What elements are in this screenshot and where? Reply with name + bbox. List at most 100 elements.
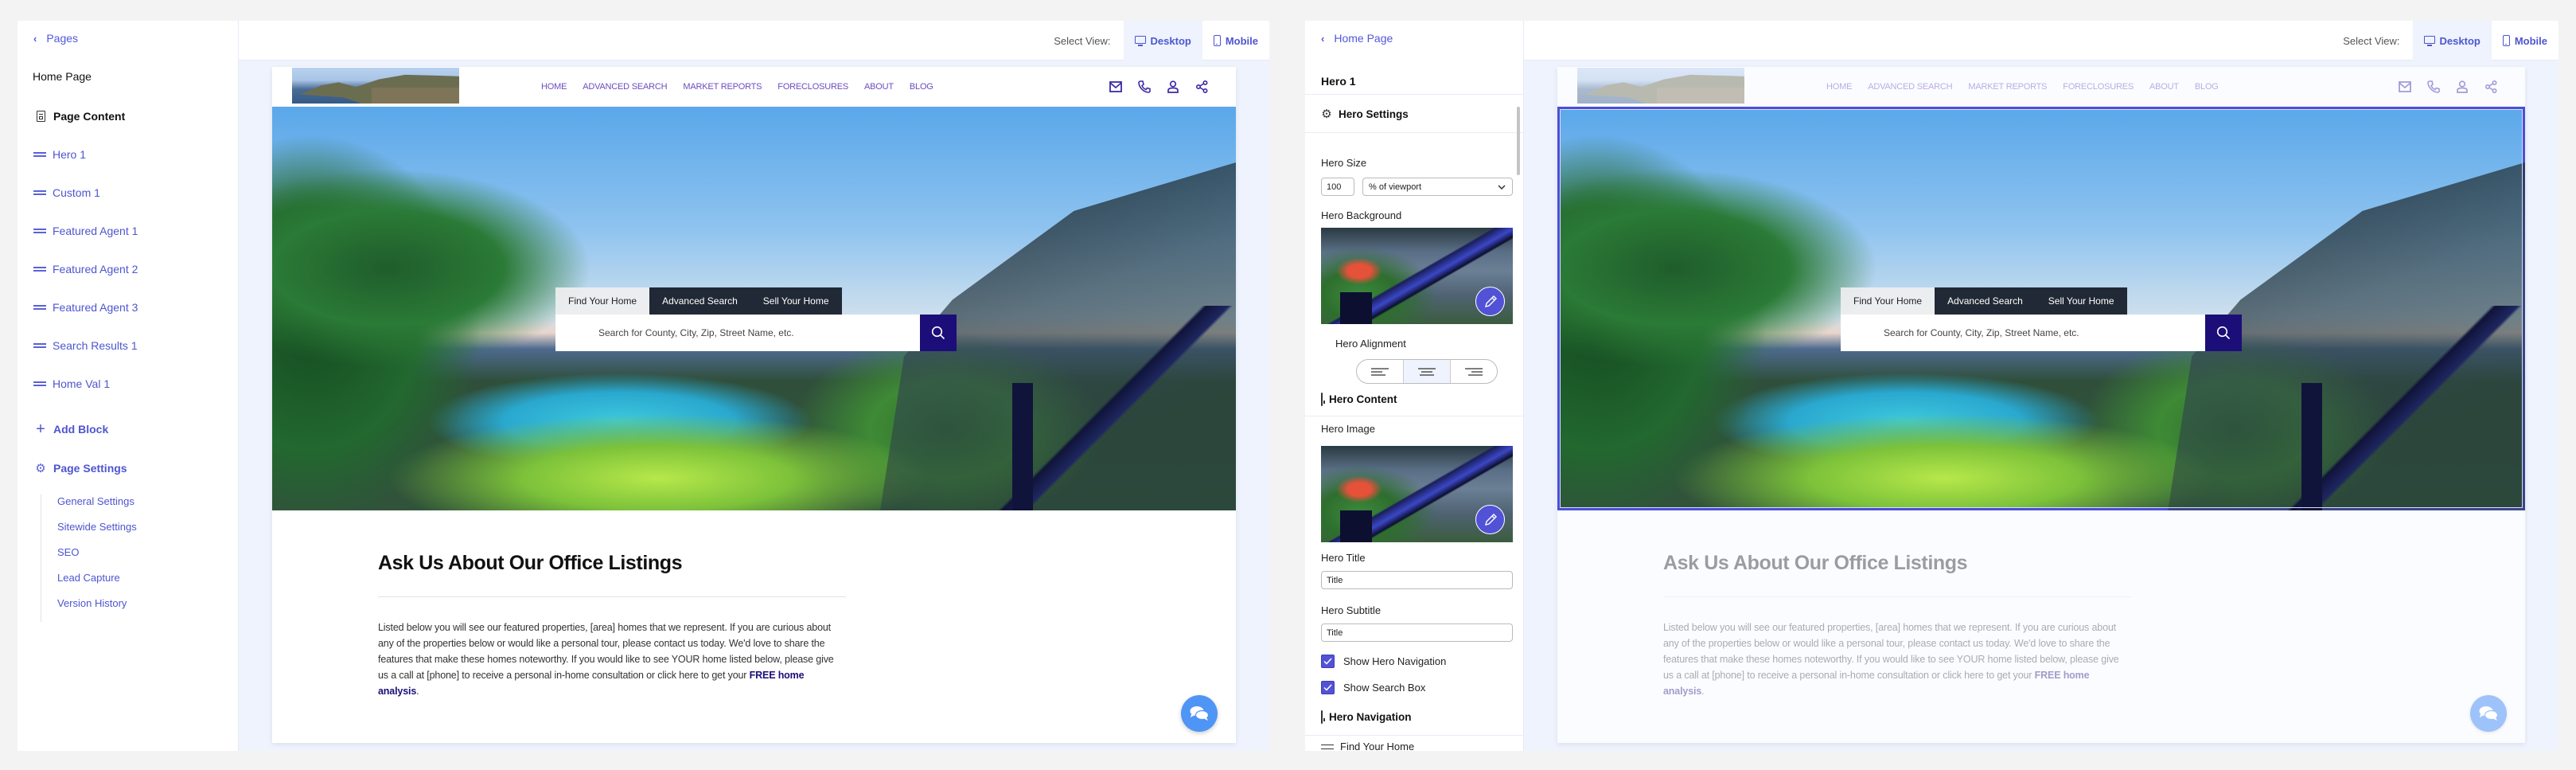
drag-handle-icon[interactable] — [1321, 744, 1334, 749]
hero-image-thumbnail — [1321, 446, 1513, 542]
phone-icon[interactable] — [2426, 80, 2441, 94]
align-left-button[interactable] — [1357, 360, 1404, 383]
site-nav-market-reports[interactable]: MARKET REPORTS — [1968, 82, 2047, 92]
preview-area: Select View: Desktop Mobile HOME ADVANCE… — [1524, 21, 2558, 751]
settings-item-lead-capture[interactable]: Lead Capture — [57, 571, 137, 596]
chat-button[interactable] — [1181, 695, 1218, 732]
hero-nav-item-find-your-home[interactable]: Find Your Home — [1321, 741, 1414, 751]
block-item-hero-1[interactable]: Hero 1 — [33, 148, 86, 161]
drag-handle-icon[interactable] — [33, 305, 46, 310]
block-item-featured-agent-2[interactable]: Featured Agent 2 — [33, 263, 138, 276]
hero-search-button[interactable] — [920, 315, 957, 351]
checkbox-checked-icon[interactable] — [1321, 655, 1335, 668]
mail-icon[interactable] — [1109, 80, 1123, 94]
show-search-box-checkbox[interactable]: Show Search Box — [1321, 681, 1425, 694]
hero-tabs: Find Your Home Advanced Search Sell Your… — [555, 287, 957, 315]
site-header-icons — [1109, 67, 1209, 107]
site-nav-foreclosures[interactable]: FORECLOSURES — [2063, 82, 2134, 92]
site-nav-home[interactable]: HOME — [541, 82, 567, 92]
site-preview: HOME ADVANCED SEARCH MARKET REPORTS FORE… — [272, 67, 1236, 743]
gear-icon: ⚙ — [1321, 107, 1332, 121]
block-item-search-results-1[interactable]: Search Results 1 — [33, 339, 138, 352]
hero-tab-advanced-search[interactable]: Advanced Search — [1935, 287, 2036, 315]
back-to-home-page-link[interactable]: ‹ Home Page — [1321, 32, 1393, 45]
plus-icon: + — [36, 420, 45, 438]
drag-handle-icon[interactable] — [33, 381, 46, 386]
mobile-view-button[interactable]: Mobile — [1202, 21, 1269, 61]
block-item-home-val-1[interactable]: Home Val 1 — [33, 377, 110, 390]
drag-handle-icon[interactable] — [33, 190, 46, 195]
hero-image-post — [2301, 383, 2322, 510]
block-item-custom-1[interactable]: Custom 1 — [33, 186, 100, 199]
hero-tab-sell-your-home[interactable]: Sell Your Home — [2035, 287, 2127, 315]
settings-item-seo[interactable]: SEO — [57, 545, 137, 571]
hero-size-unit-select[interactable]: % of viewport — [1362, 178, 1513, 196]
hero-tab-advanced-search[interactable]: Advanced Search — [649, 287, 750, 315]
block-item-featured-agent-1[interactable]: Featured Agent 1 — [33, 225, 138, 237]
page-settings-toggle[interactable]: ⚙ Page Settings — [35, 461, 127, 475]
hero-tab-find-your-home[interactable]: Find Your Home — [1841, 287, 1935, 315]
share-icon[interactable] — [1194, 80, 1209, 94]
site-logo[interactable] — [1577, 68, 1744, 104]
add-block-button[interactable]: + Add Block — [35, 420, 108, 438]
checkbox-checked-icon[interactable] — [1321, 681, 1335, 694]
hero-search-input[interactable] — [555, 315, 920, 351]
chat-bubbles-icon — [1190, 706, 1210, 721]
align-right-button[interactable] — [1451, 360, 1497, 383]
user-icon[interactable] — [2455, 80, 2469, 94]
drag-handle-icon[interactable] — [33, 152, 46, 157]
site-nav-home[interactable]: HOME — [1826, 82, 1852, 92]
hero-search-input[interactable] — [1841, 315, 2205, 351]
settings-item-general[interactable]: General Settings — [57, 494, 137, 520]
site-logo[interactable] — [292, 68, 459, 104]
block-item-label: Featured Agent 2 — [53, 263, 138, 276]
gear-icon: ⚙ — [35, 462, 46, 475]
block-editor-view: ‹ Home Page Hero 1 ⚙ Hero Settings Hero … — [1305, 21, 2558, 751]
drag-handle-icon[interactable] — [33, 343, 46, 348]
hero-section-selected[interactable]: Find Your Home Advanced Search Sell Your… — [1557, 107, 2525, 510]
hero-section[interactable]: Find Your Home Advanced Search Sell Your… — [272, 107, 1236, 510]
user-icon[interactable] — [1166, 80, 1180, 94]
page-editor-overview: ‹ Pages Home Page Page Content Hero 1 Cu… — [18, 21, 1269, 751]
sidebar-scrollbar[interactable] — [1517, 107, 1520, 175]
site-nav-foreclosures[interactable]: FORECLOSURES — [777, 82, 848, 92]
hero-content-heading: Hero Content — [1321, 393, 1397, 406]
settings-item-version-history[interactable]: Version History — [57, 596, 137, 622]
desktop-view-label: Desktop — [1150, 34, 1191, 47]
align-center-button[interactable] — [1404, 360, 1451, 383]
show-hero-navigation-checkbox[interactable]: Show Hero Navigation — [1321, 655, 1446, 668]
block-item-featured-agent-3[interactable]: Featured Agent 3 — [33, 301, 138, 314]
site-nav-about[interactable]: ABOUT — [2149, 82, 2179, 92]
block-title-bar: Hero 1 — [1305, 67, 1523, 95]
chat-button[interactable] — [2470, 695, 2507, 732]
view-selector-label: Select View: — [2343, 34, 2400, 47]
site-nav-market-reports[interactable]: MARKET REPORTS — [683, 82, 762, 92]
block-item-label: Home Val 1 — [53, 377, 111, 390]
desktop-view-button[interactable]: Desktop — [2412, 21, 2492, 61]
site-nav-blog[interactable]: BLOG — [2195, 82, 2219, 92]
site-nav-about[interactable]: ABOUT — [864, 82, 894, 92]
site-nav-advanced-search[interactable]: ADVANCED SEARCH — [583, 82, 667, 92]
hero-size-input[interactable] — [1321, 178, 1354, 196]
site-header: HOME ADVANCED SEARCH MARKET REPORTS FORE… — [272, 67, 1236, 107]
edit-background-button[interactable] — [1475, 287, 1505, 316]
hero-tab-find-your-home[interactable]: Find Your Home — [555, 287, 650, 315]
align-center-icon — [1418, 367, 1436, 376]
mobile-view-button[interactable]: Mobile — [2492, 21, 2558, 61]
hero-subtitle-input[interactable] — [1321, 623, 1513, 642]
mail-icon[interactable] — [2398, 80, 2412, 94]
edit-hero-image-button[interactable] — [1475, 505, 1505, 534]
page-content-label: Page Content — [53, 110, 126, 123]
hero-title-input[interactable] — [1321, 571, 1513, 589]
drag-handle-icon[interactable] — [33, 267, 46, 272]
site-nav-advanced-search[interactable]: ADVANCED SEARCH — [1868, 82, 1952, 92]
back-to-pages-link[interactable]: ‹ Pages — [33, 32, 78, 45]
settings-item-sitewide[interactable]: Sitewide Settings — [57, 520, 137, 545]
hero-search-button[interactable] — [2205, 315, 2242, 351]
desktop-view-button[interactable]: Desktop — [1123, 21, 1202, 61]
hero-tab-sell-your-home[interactable]: Sell Your Home — [750, 287, 842, 315]
share-icon[interactable] — [2484, 80, 2498, 94]
drag-handle-icon[interactable] — [33, 229, 46, 233]
site-nav-blog[interactable]: BLOG — [910, 82, 933, 92]
phone-icon[interactable] — [1137, 80, 1152, 94]
